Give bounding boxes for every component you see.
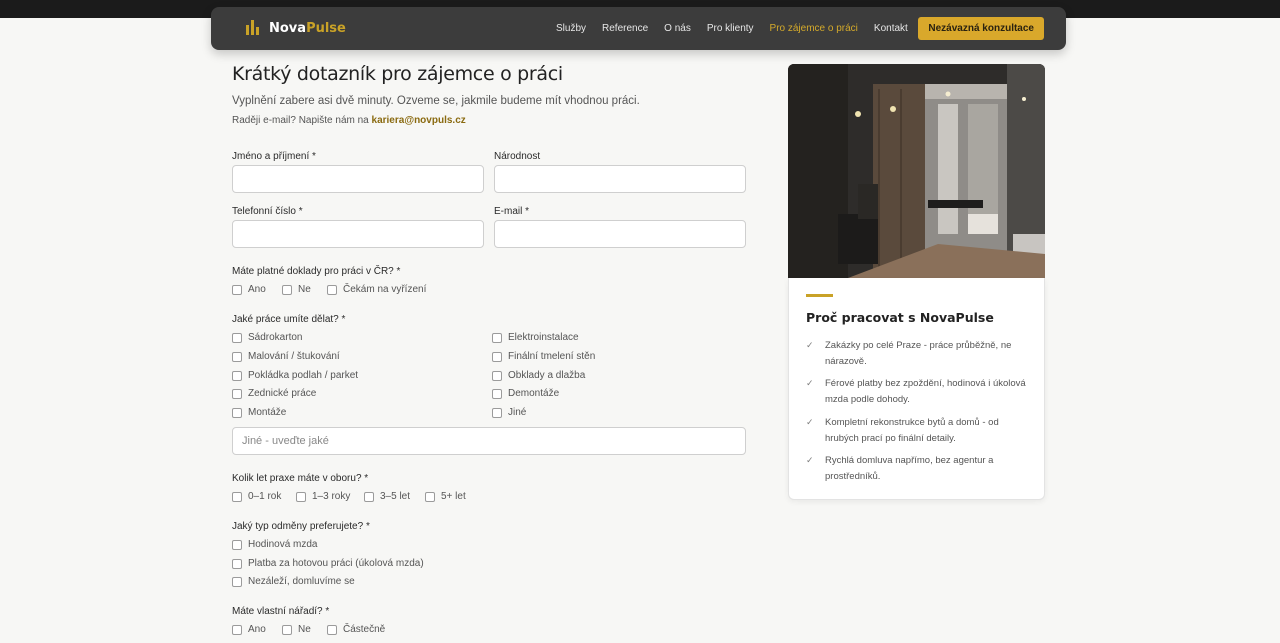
nav-link-sluzby[interactable]: Služby: [556, 23, 586, 34]
tools-option-ano[interactable]: Ano: [232, 624, 266, 635]
skill-option[interactable]: Jiné: [492, 407, 526, 418]
check-icon: ✓: [806, 378, 814, 388]
tools-option-ne[interactable]: Ne: [282, 624, 311, 635]
page-title: Krátký dotazník pro zájemce o práci: [232, 63, 563, 85]
skill-option[interactable]: Elektroinstalace: [492, 332, 579, 343]
experience-option[interactable]: 1–3 roky: [296, 491, 350, 502]
tools-question: Máte vlastní nářadí? *: [232, 606, 330, 617]
skill-option[interactable]: Finální tmelení stěn: [492, 351, 595, 362]
experience-question: Kolik let praxe máte v oboru? *: [232, 473, 369, 484]
benefits-card: Proč pracovat s NovaPulse ✓ Zakázky po ce…: [788, 278, 1045, 500]
benefit-item: ✓ Zakázky po celé Praze - práce průběžně,…: [806, 338, 1031, 369]
checkbox[interactable]: [492, 332, 502, 343]
checkbox[interactable]: [282, 624, 292, 635]
brand-logo[interactable]: NovaPulse: [243, 19, 346, 37]
nav-link-pro-zajemce[interactable]: Pro zájemce o práci: [770, 23, 858, 34]
interior-photo: [788, 64, 1045, 278]
checkbox[interactable]: [364, 491, 374, 502]
checkbox[interactable]: [232, 576, 242, 587]
experience-option[interactable]: 5+ let: [425, 491, 466, 502]
name-label: Jméno a příjmení *: [232, 151, 316, 162]
checkbox[interactable]: [232, 539, 242, 550]
pay-question: Jaký typ odměny preferujete? *: [232, 521, 370, 532]
nationality-label: Národnost: [494, 151, 541, 162]
brand-name: NovaPulse: [269, 20, 346, 36]
skill-option[interactable]: Sádrokarton: [232, 332, 302, 343]
checkbox[interactable]: [232, 370, 242, 381]
checkbox[interactable]: [232, 284, 242, 295]
career-email-link[interactable]: kariera@novpuls.cz: [372, 115, 466, 126]
checkbox[interactable]: [327, 624, 337, 635]
checkbox[interactable]: [232, 388, 242, 399]
checkbox[interactable]: [327, 284, 337, 295]
skill-option[interactable]: Obklady a dlažba: [492, 370, 585, 381]
checkbox[interactable]: [232, 351, 242, 362]
documents-question: Máte platné doklady pro práci v ČR? *: [232, 266, 401, 277]
nationality-input[interactable]: [494, 165, 746, 193]
pay-option[interactable]: Hodinová mzda: [232, 539, 317, 550]
checkbox[interactable]: [232, 491, 242, 502]
documents-option-ne[interactable]: Ne: [282, 284, 311, 295]
name-input[interactable]: [232, 165, 484, 193]
skill-option[interactable]: Pokládka podlah / parket: [232, 370, 358, 381]
benefits-title: Proč pracovat s NovaPulse: [806, 310, 994, 325]
logo-icon: [243, 19, 261, 37]
email-hint: Raději e-mail? Napište nám na kariera@no…: [232, 115, 466, 126]
nav-link-reference[interactable]: Reference: [602, 23, 648, 34]
checkbox[interactable]: [425, 491, 435, 502]
checkbox[interactable]: [296, 491, 306, 502]
checkbox[interactable]: [492, 388, 502, 399]
skill-option[interactable]: Montáže: [232, 407, 286, 418]
check-icon: ✓: [806, 417, 814, 427]
email-input[interactable]: [494, 220, 746, 248]
documents-option-cekam[interactable]: Čekám na vyřízení: [327, 284, 426, 295]
checkbox[interactable]: [282, 284, 292, 295]
check-icon: ✓: [806, 340, 814, 350]
main-navbar: NovaPulse Služby Reference O nás Pro kli…: [211, 7, 1066, 50]
benefit-item: ✓ Rychlá domluva napřímo, bez agentur a p…: [806, 453, 1031, 484]
skill-option[interactable]: Demontáže: [492, 388, 559, 399]
email-label: E-mail *: [494, 206, 530, 217]
accent-bar: [806, 294, 833, 297]
checkbox[interactable]: [492, 407, 502, 418]
skills-question: Jaké práce umíte dělat? *: [232, 314, 346, 325]
nav-link-o-nas[interactable]: O nás: [664, 23, 691, 34]
pay-option[interactable]: Nezáleží, domluvíme se: [232, 576, 355, 587]
checkbox[interactable]: [232, 407, 242, 418]
skill-option[interactable]: Zednické práce: [232, 388, 316, 399]
consultation-button[interactable]: Nezávazná konzultace: [918, 17, 1044, 40]
other-skill-input[interactable]: [232, 427, 746, 455]
experience-option[interactable]: 0–1 rok: [232, 491, 281, 502]
checkbox[interactable]: [492, 351, 502, 362]
nav-link-kontakt[interactable]: Kontakt: [874, 23, 908, 34]
documents-option-ano[interactable]: Ano: [232, 284, 266, 295]
checkbox[interactable]: [232, 332, 242, 343]
checkbox[interactable]: [232, 558, 242, 569]
checkbox[interactable]: [492, 370, 502, 381]
phone-input[interactable]: [232, 220, 484, 248]
nav-link-pro-klienty[interactable]: Pro klienty: [707, 23, 754, 34]
skill-option[interactable]: Malování / štukování: [232, 351, 340, 362]
page-subtitle: Vyplnění zabere asi dvě minuty. Ozveme s…: [232, 95, 640, 107]
nav-links: Služby Reference O nás Pro klienty Pro z…: [556, 7, 908, 50]
benefit-item: ✓ Kompletní rekonstrukce bytů a domů - od…: [806, 415, 1031, 446]
form-header: Krátký dotazník pro zájemce o práci Vypl…: [232, 60, 747, 126]
pay-option[interactable]: Platba za hotovou práci (úkolová mzda): [232, 558, 424, 569]
benefit-item: ✓ Férové platby bez zpoždění, hodinová i …: [806, 376, 1031, 407]
phone-label: Telefonní číslo *: [232, 206, 303, 217]
experience-option[interactable]: 3–5 let: [364, 491, 410, 502]
tools-option-castecne[interactable]: Částečně: [327, 624, 385, 635]
check-icon: ✓: [806, 455, 814, 465]
checkbox[interactable]: [232, 624, 242, 635]
